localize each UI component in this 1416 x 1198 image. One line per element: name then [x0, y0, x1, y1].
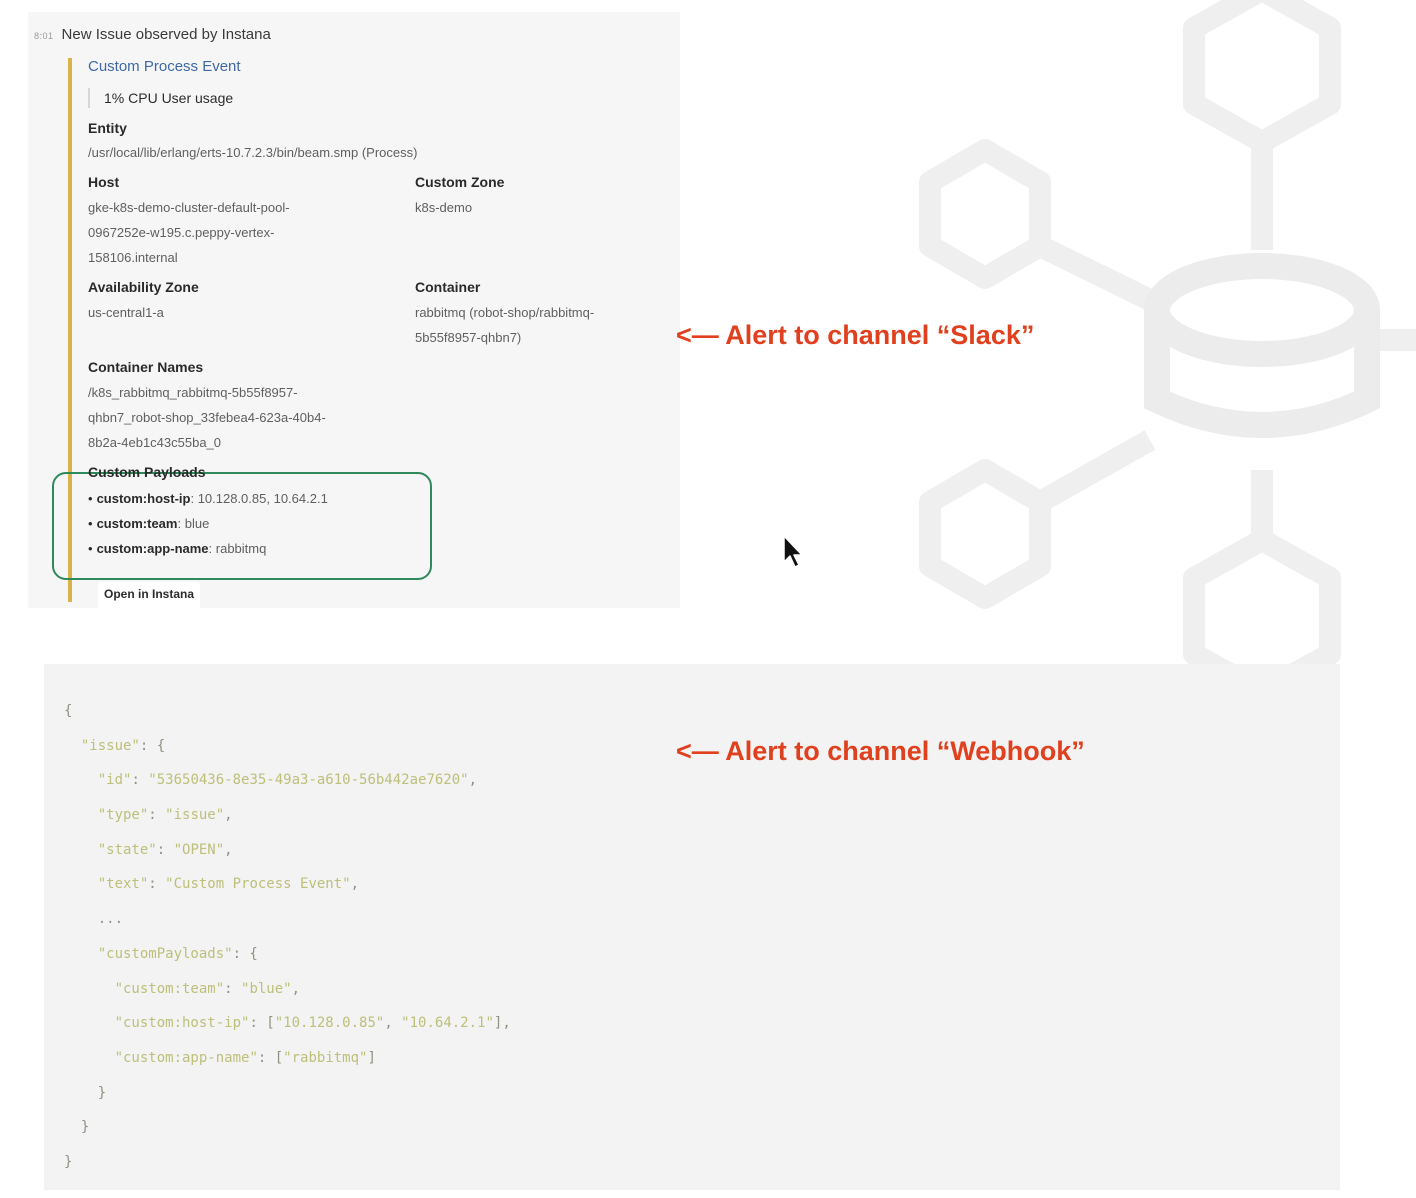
json-code-line: "custom:host-ip": ["10.128.0.85", "10.64…	[114, 1015, 511, 1032]
open-in-instana-button[interactable]: Open in Instana	[98, 582, 201, 611]
custom-zone-label: Custom Zone	[415, 174, 505, 190]
json-code-line: }	[64, 1153, 73, 1170]
json-code-line: {	[64, 703, 73, 719]
webhook-json-code: { "issue": { "id": "53650436-8e35-49a3-a…	[64, 694, 511, 1180]
payload-item: • custom:team: blue	[88, 516, 210, 531]
webhook-channel-annotation: <— Alert to channel “Webhook”	[676, 736, 1085, 766]
container-names-value: /k8s_rabbitmq_rabbitmq-5b55f8957- qhbn7_…	[88, 385, 326, 450]
json-code-line: "customPayloads": {	[97, 945, 258, 962]
availability-zone-label: Availability Zone	[88, 279, 199, 295]
event-quote: 1% CPU User usage	[88, 88, 233, 108]
payload-value: 10.128.0.85, 10.64.2.1	[197, 491, 328, 506]
json-code-line: }	[64, 1119, 90, 1136]
json-code-line: "type": "issue",	[97, 807, 233, 824]
custom-zone-value: k8s-demo	[415, 200, 473, 215]
payload-key: custom:app-name	[96, 541, 209, 556]
container-names-label: Container Names	[88, 359, 204, 375]
slack-message-header: 8:01 New Issue observed by Instana	[34, 26, 271, 43]
availability-zone-value: us-central1-a	[88, 305, 164, 320]
container-value: rabbitmq (robot-shop/rabbitmq- 5b55f8957…	[415, 305, 595, 345]
payload-key: custom:host-ip	[96, 491, 191, 506]
message-timestamp[interactable]: 8:01	[34, 31, 54, 41]
json-code-line: ...	[64, 911, 124, 928]
json-code-line: "state": "OPEN",	[97, 841, 233, 858]
host-value: gke-k8s-demo-cluster-default-pool- 09672…	[88, 200, 290, 265]
mouse-cursor-icon	[783, 535, 803, 568]
message-header-text: New Issue observed by Instana	[61, 26, 271, 43]
slack-message-card: 8:01 New Issue observed by Instana Custo…	[28, 12, 680, 611]
json-code-line: "text": "Custom Process Event",	[97, 876, 360, 893]
container-label: Container	[415, 279, 481, 295]
payload-key: custom:team	[96, 516, 178, 531]
entity-label: Entity	[88, 120, 127, 136]
entity-value: /usr/local/lib/erlang/erts-10.7.2.3/bin/…	[88, 145, 418, 160]
payload-value: blue	[184, 516, 210, 531]
json-code-line: "issue": {	[80, 737, 166, 754]
payload-value: rabbitmq	[215, 541, 267, 556]
json-code-line: }	[64, 1084, 107, 1101]
slack-channel-annotation: <— Alert to channel “Slack”	[676, 320, 1035, 350]
slack-attachment: Custom Process Event 1% CPU User usage E…	[52, 58, 688, 611]
custom-payloads-label: Custom Payloads	[88, 464, 206, 480]
json-code-line: "custom:team": "blue",	[114, 980, 301, 997]
json-code-line: "custom:app-name": ["rabbitmq"]	[114, 1049, 376, 1066]
payload-item: • custom:host-ip: 10.128.0.85, 10.64.2.1	[88, 491, 328, 506]
payload-item: • custom:app-name: rabbitmq	[88, 541, 267, 556]
host-label: Host	[88, 174, 120, 190]
event-title-link[interactable]: Custom Process Event	[88, 58, 241, 75]
custom-payloads-list: • custom:host-ip: 10.128.0.85, 10.64.2.1 …	[88, 486, 328, 561]
json-code-line: "id": "53650436-8e35-49a3-a610-56b442ae7…	[97, 772, 478, 789]
